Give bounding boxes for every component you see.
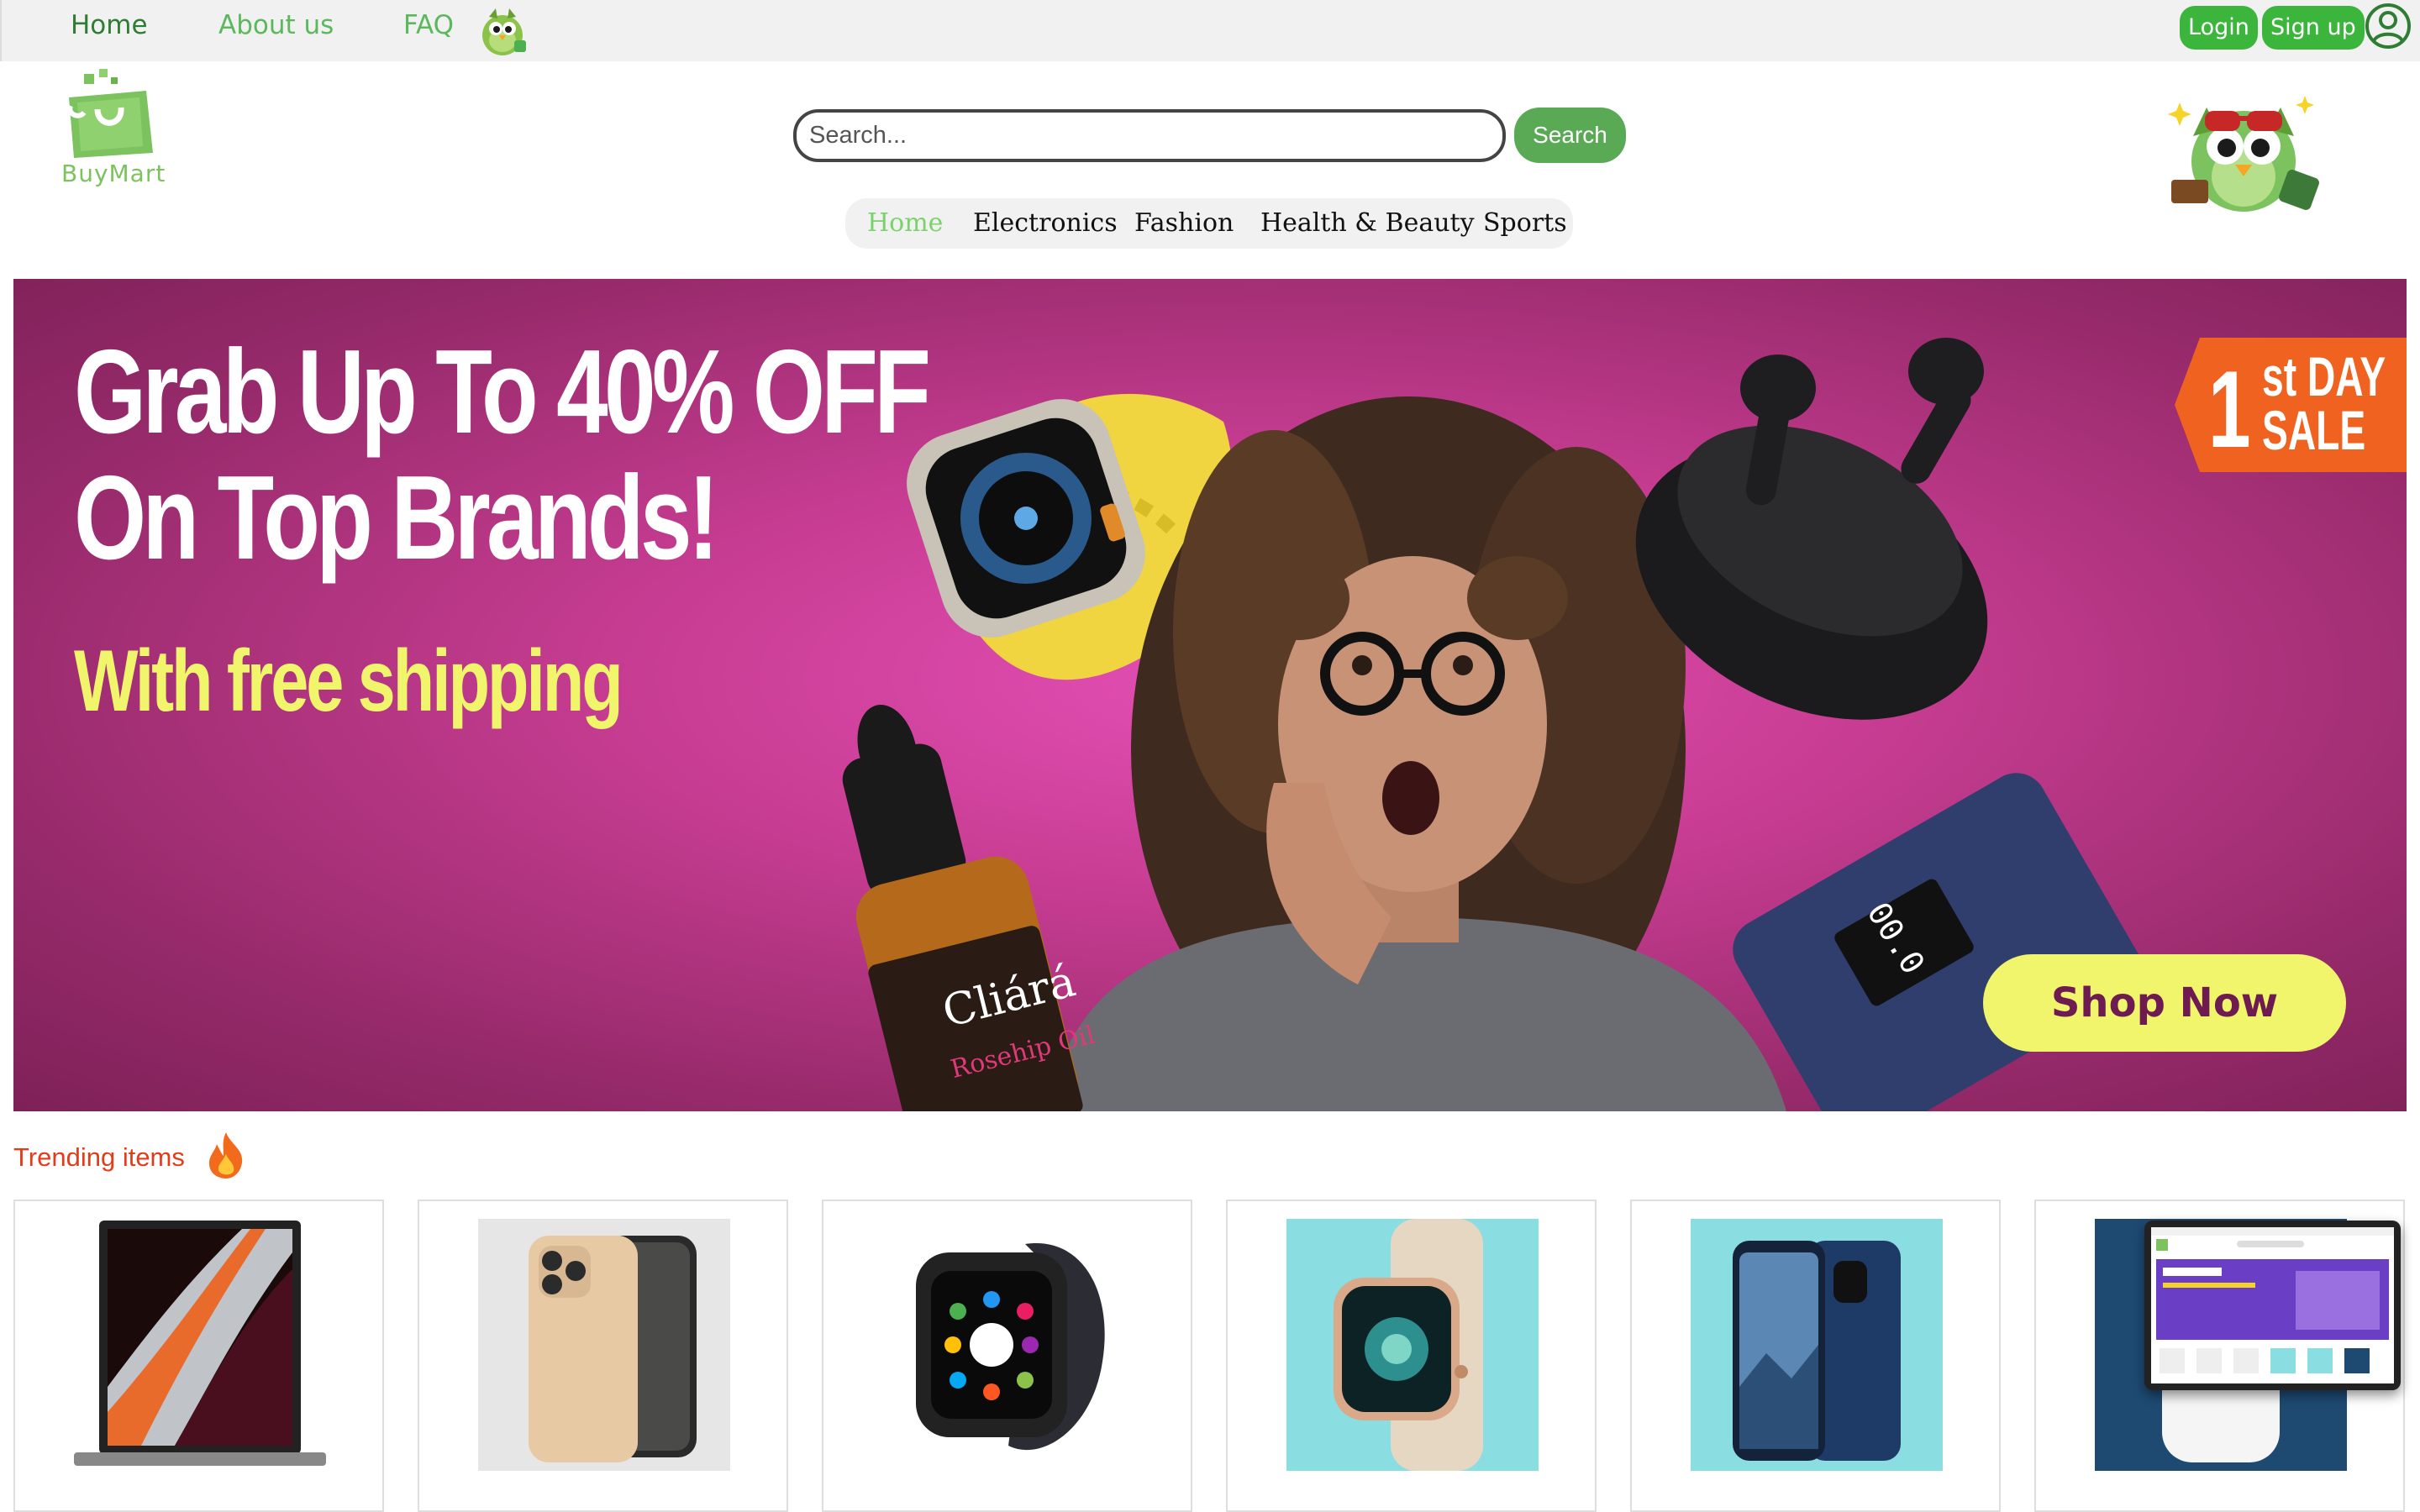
category-sports[interactable]: Sports [1483, 208, 1567, 238]
product-card[interactable] [822, 1200, 1192, 1512]
smartwatch-black-image [882, 1219, 1134, 1471]
search-input[interactable] [793, 109, 1506, 162]
category-fashion[interactable]: Fashion [1134, 208, 1234, 238]
banner-headline-line-2: On Top Brands! [74, 451, 719, 585]
category-electronics[interactable]: Electronics [973, 208, 1118, 238]
banner-headline: Grab Up To 40% OFF On Top Brands! [74, 325, 931, 585]
laptop-image [74, 1219, 326, 1466]
brand-name: BuyMart [61, 160, 166, 187]
mascot-icon [482, 8, 526, 55]
product-card[interactable] [418, 1200, 788, 1512]
power-bank-image: 00.0 [1733, 773, 2143, 1111]
smartwatch-cream-image [1286, 1219, 1539, 1471]
fire-icon [208, 1132, 243, 1179]
nav-link-faq[interactable]: FAQ [403, 10, 454, 40]
nav-link-about-us[interactable]: About us [218, 10, 334, 40]
banner-subline: With free shipping [74, 633, 623, 730]
top-navigation-bar: Home About us FAQ Login Sign up [0, 0, 2420, 61]
sale-badge-text: st DAY SALE [2262, 345, 2386, 461]
product-card[interactable] [13, 1200, 384, 1512]
nav-link-home[interactable]: Home [71, 10, 148, 40]
category-home[interactable]: Home [867, 208, 943, 238]
smartphone-gold-image [478, 1219, 730, 1471]
site-preview-thumbnail [2151, 1227, 2394, 1383]
shop-now-button[interactable]: Shop Now [1983, 954, 2346, 1052]
trending-title: Trending items [13, 1142, 185, 1172]
signup-button[interactable]: Sign up [2262, 6, 2365, 50]
product-card[interactable] [1630, 1200, 2001, 1512]
smartphone-blue-image [1691, 1219, 1943, 1471]
shopping-bag-logo-icon[interactable] [59, 69, 168, 161]
sale-badge-number: 1 [2208, 348, 2251, 470]
login-button[interactable]: Login [2180, 6, 2258, 50]
site-preview-popup[interactable] [2144, 1221, 2401, 1390]
category-navigation: Home Electronics Fashion Health & Beauty… [845, 198, 1573, 249]
search-button[interactable]: Search [1514, 108, 1626, 163]
banner-headline-line-1: Grab Up To 40% OFF [74, 325, 931, 459]
user-icon[interactable] [2364, 2, 2412, 50]
mascot-with-sunglasses-icon [2168, 96, 2319, 212]
promo-banner[interactable]: 00.0 Grab Up To 40% OFF On Top Brands! W… [13, 279, 2407, 1111]
category-health-beauty[interactable]: Health & Beauty [1260, 208, 1475, 238]
product-card[interactable] [1226, 1200, 1597, 1512]
